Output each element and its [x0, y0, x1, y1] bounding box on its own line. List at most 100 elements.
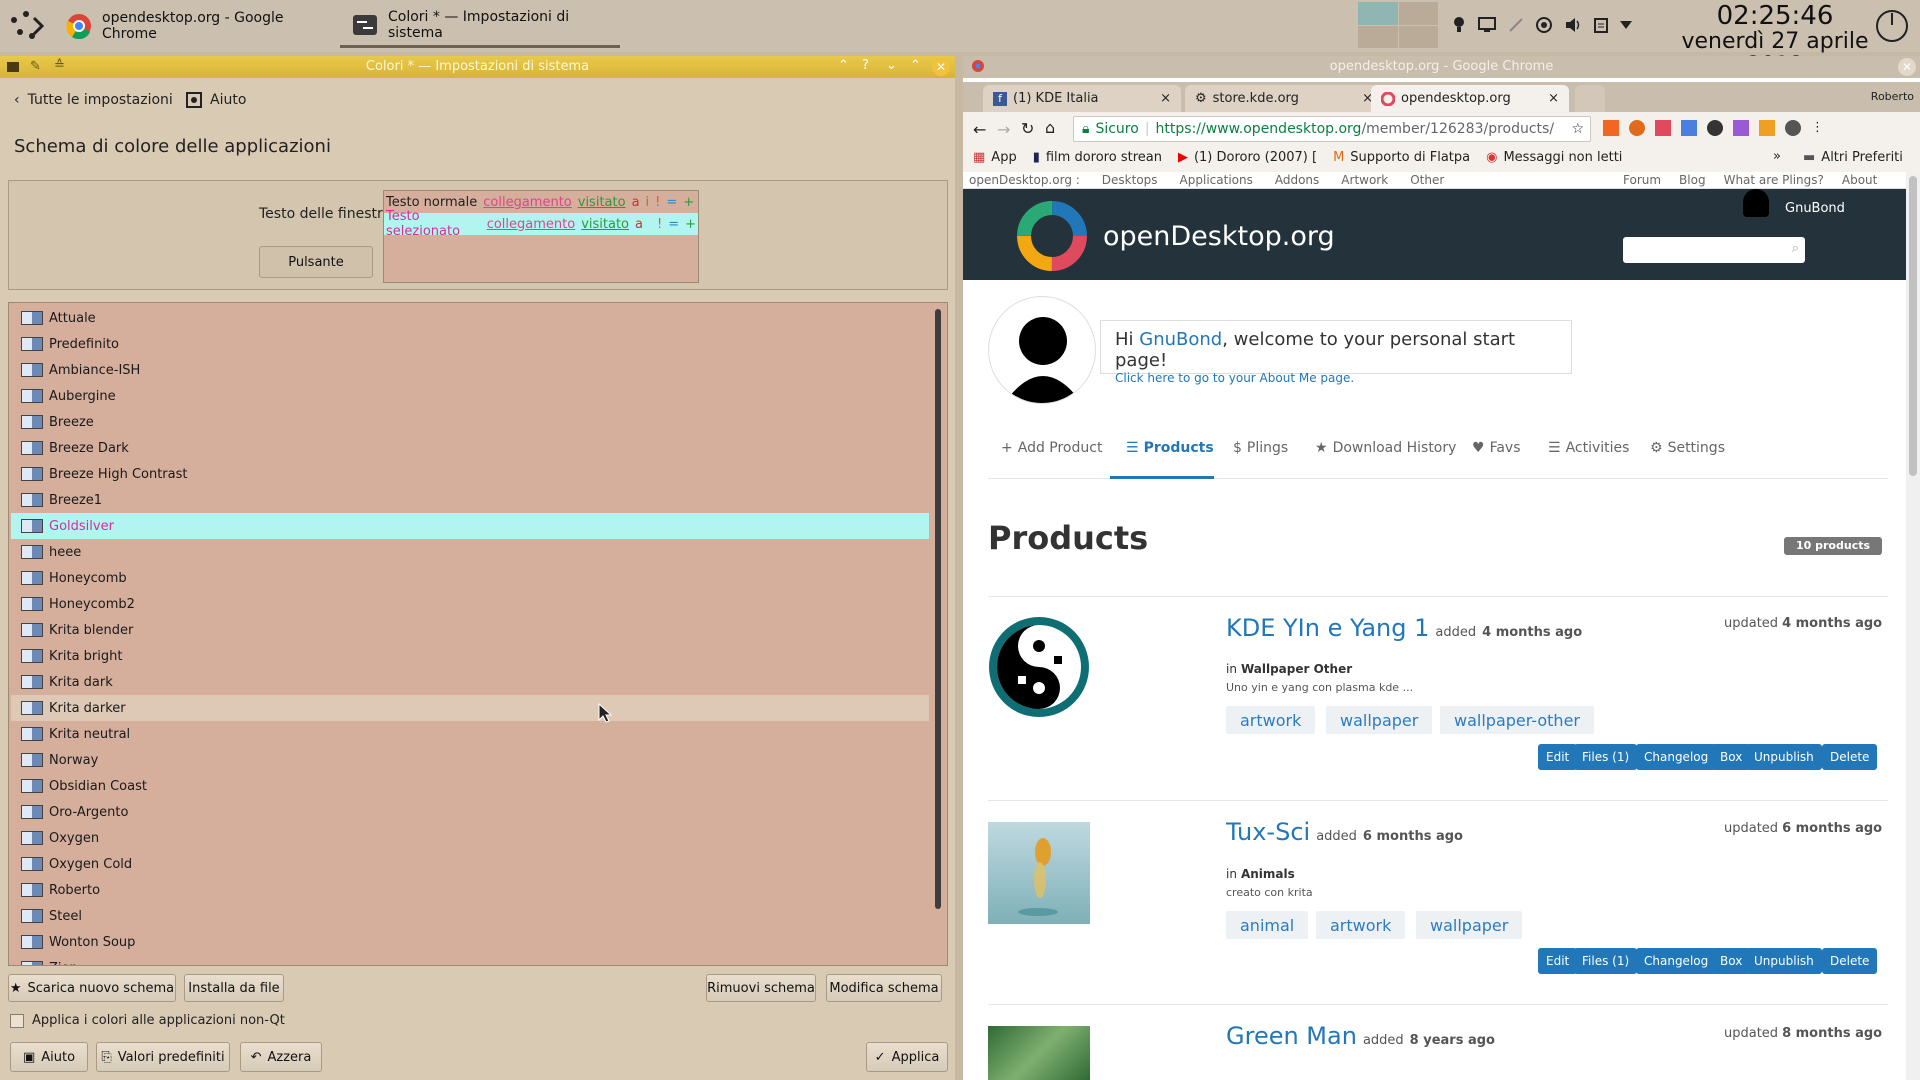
- install-from-file-button[interactable]: Installa da file: [184, 974, 284, 1002]
- help-link[interactable]: Aiuto: [186, 92, 246, 108]
- forward-arrow-icon[interactable]: →: [997, 120, 1010, 139]
- site-nav-item[interactable]: Forum: [1623, 173, 1661, 187]
- files-button[interactable]: Files (1): [1574, 744, 1638, 770]
- site-nav-item[interactable]: Applications: [1180, 173, 1253, 187]
- tab-activities[interactable]: ☰ Activities: [1548, 440, 1629, 456]
- chrome-tab-active[interactable]: opendesktop.org ×: [1371, 85, 1569, 112]
- tag-chip[interactable]: wallpaper-other: [1440, 706, 1594, 734]
- welcome-user-link[interactable]: GnuBond: [1139, 329, 1222, 350]
- scheme-list-item[interactable]: Honeycomb: [11, 565, 929, 591]
- unpublish-button[interactable]: Unpublish: [1746, 744, 1822, 770]
- unpublish-button[interactable]: Unpublish: [1746, 948, 1822, 974]
- close-icon[interactable]: ✕: [1898, 58, 1916, 76]
- footer-help-button[interactable]: ▣ Aiuto: [10, 1042, 88, 1072]
- scheme-list-item[interactable]: Aubergine: [11, 383, 929, 409]
- product-thumbnail[interactable]: [988, 822, 1090, 924]
- bookmarks-overflow-icon[interactable]: »: [1773, 149, 1781, 164]
- virtual-desktop-pager[interactable]: [1358, 2, 1438, 48]
- extension-icon[interactable]: [1733, 120, 1749, 136]
- close-icon[interactable]: ✕: [932, 58, 950, 76]
- address-bar[interactable]: 🔒︎ Sicuro | https://www.opendesktop.org /…: [1073, 116, 1591, 142]
- about-me-link[interactable]: Click here to go to your About Me page.: [1115, 371, 1557, 385]
- clipboard-icon[interactable]: [1594, 17, 1608, 33]
- download-scheme-button[interactable]: ★ Scarica nuovo schema: [8, 974, 176, 1002]
- updates-icon[interactable]: [1536, 17, 1552, 33]
- list-scrollbar[interactable]: [935, 309, 941, 909]
- scheme-list-item[interactable]: Oro-Argento: [11, 799, 929, 825]
- scheme-list-item[interactable]: Oxygen: [11, 825, 929, 851]
- scheme-list-item[interactable]: Obsidian Coast: [11, 773, 929, 799]
- tab-download-history[interactable]: ★ Download History: [1315, 440, 1456, 456]
- new-tab-button[interactable]: [1575, 85, 1605, 112]
- site-nav-item[interactable]: About: [1842, 173, 1877, 187]
- bookmark-item[interactable]: ▮ film dororo strean: [1033, 150, 1162, 165]
- volume-icon[interactable]: [1564, 17, 1582, 33]
- chrome-tab[interactable]: f (1) KDE Italia ×: [983, 85, 1181, 112]
- box-button[interactable]: Box: [1712, 744, 1751, 770]
- scheme-list-item[interactable]: Zion: [11, 955, 929, 965]
- other-bookmarks[interactable]: ▬ Altri Preferiti: [1803, 150, 1903, 165]
- taskbar-task-settings[interactable]: Colori * — Impostazioni di sistema: [340, 4, 620, 48]
- delete-button[interactable]: Delete: [1822, 948, 1878, 974]
- bookmark-item[interactable]: ▶ (1) Dororo (2007) [: [1178, 150, 1317, 165]
- user-avatar[interactable]: [1743, 189, 1769, 217]
- scheme-list-item[interactable]: Breeze1: [11, 487, 929, 513]
- scheme-list-item[interactable]: Breeze Dark: [11, 435, 929, 461]
- tab-settings[interactable]: ⚙ Settings: [1650, 440, 1725, 456]
- opendesktop-logo-icon[interactable]: [1015, 199, 1089, 273]
- tray-expand-icon[interactable]: [1620, 21, 1632, 29]
- taskbar-task-chrome[interactable]: opendesktop.org - Google Chrome: [54, 4, 324, 48]
- category-link[interactable]: Animals: [1241, 867, 1295, 881]
- tag-chip[interactable]: artwork: [1316, 911, 1406, 939]
- translate-icon[interactable]: [1681, 120, 1697, 136]
- back-arrow-icon[interactable]: ←: [973, 120, 986, 139]
- app-launcher-icon[interactable]: [6, 6, 46, 46]
- delete-button[interactable]: Delete: [1822, 744, 1878, 770]
- bookmark-item[interactable]: ▦ App: [973, 150, 1017, 165]
- apply-nonqt-checkbox[interactable]: Applica i colori alle applicazioni non-Q…: [10, 1013, 285, 1028]
- edit-button[interactable]: Edit: [1538, 744, 1578, 770]
- scheme-list-item[interactable]: Goldsilver: [11, 513, 929, 539]
- tab-favs[interactable]: ♥ Favs: [1472, 440, 1521, 456]
- minimize-icon[interactable]: ⌄: [886, 58, 897, 73]
- site-nav-item[interactable]: Blog: [1679, 173, 1706, 187]
- site-nav-item[interactable]: Other: [1410, 173, 1444, 187]
- help-icon[interactable]: ?: [862, 58, 869, 73]
- tab-add-product[interactable]: + Add Product: [1001, 440, 1102, 456]
- edit-scheme-button[interactable]: Modifica schema: [826, 974, 942, 1002]
- extension-icon[interactable]: [1785, 120, 1801, 136]
- close-tab-icon[interactable]: ×: [1548, 91, 1559, 106]
- edit-button[interactable]: Edit: [1538, 948, 1578, 974]
- user-name[interactable]: GnuBond: [1785, 201, 1845, 216]
- tab-products[interactable]: ☰ Products: [1126, 440, 1214, 456]
- maximize-icon[interactable]: ⌃: [910, 58, 921, 73]
- scheme-list-item[interactable]: Roberto: [11, 877, 929, 903]
- tag-chip[interactable]: animal: [1226, 911, 1309, 939]
- product-title[interactable]: Green Man: [1226, 1022, 1357, 1050]
- extension-icon[interactable]: [1707, 120, 1723, 136]
- scheme-list-item[interactable]: Krita neutral: [11, 721, 929, 747]
- bookmark-item[interactable]: Ⅿ Supporto di Flatpa: [1333, 150, 1470, 165]
- product-thumbnail[interactable]: [988, 1026, 1090, 1080]
- scheme-list-item[interactable]: Ambiance-ISH: [11, 357, 929, 383]
- checkbox-box[interactable]: [10, 1013, 24, 1028]
- changelog-button[interactable]: Changelog: [1636, 744, 1717, 770]
- rss-icon[interactable]: [1603, 120, 1619, 136]
- site-nav-item[interactable]: Desktops: [1102, 173, 1158, 187]
- extension-icon[interactable]: [1629, 120, 1645, 136]
- tag-chip[interactable]: wallpaper: [1416, 911, 1523, 939]
- site-nav-item[interactable]: Artwork: [1341, 173, 1388, 187]
- scheme-list-item[interactable]: heee: [11, 539, 929, 565]
- scheme-list-item[interactable]: Krita darker: [11, 695, 929, 721]
- scheme-list-item[interactable]: Krita dark: [11, 669, 929, 695]
- home-icon[interactable]: ⌂: [1045, 118, 1055, 137]
- site-brand[interactable]: openDesktop.org: [1103, 221, 1335, 252]
- chrome-tab[interactable]: ⚙ store.kde.org ×: [1185, 85, 1383, 112]
- extension-icon[interactable]: [1759, 120, 1775, 136]
- changelog-button[interactable]: Changelog: [1636, 948, 1717, 974]
- scheme-list-item[interactable]: Predefinito: [11, 331, 929, 357]
- remove-scheme-button[interactable]: Rimuovi schema: [706, 974, 816, 1002]
- site-nav-item[interactable]: What are Plings?: [1724, 173, 1824, 187]
- category-link[interactable]: Wallpaper Other: [1241, 662, 1352, 676]
- tag-chip[interactable]: artwork: [1226, 706, 1316, 734]
